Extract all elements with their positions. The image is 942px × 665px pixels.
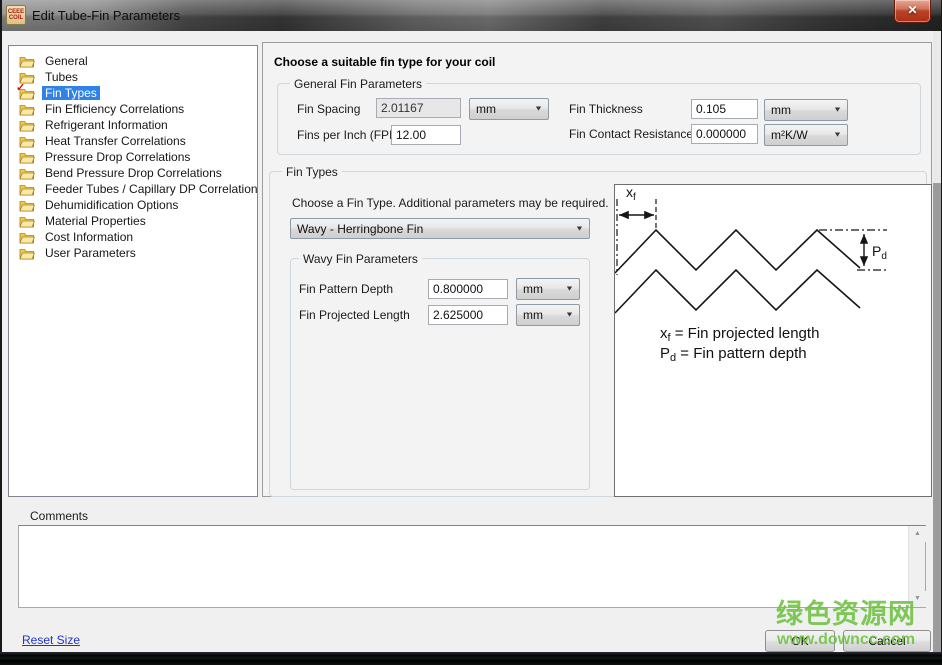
tree-item-label: Refrigerant Information [42, 118, 171, 132]
tree-item[interactable]: Cost Information [9, 229, 257, 245]
app-icon-text-bottom: COIL [9, 15, 23, 21]
tree-item[interactable]: Fin Efficiency Correlations [9, 101, 257, 117]
chevron-down-icon: ▼ [833, 132, 842, 139]
fin-projected-length-input[interactable] [428, 305, 508, 325]
folder-icon [19, 231, 35, 244]
tree-item[interactable]: Dehumidification Options [9, 197, 257, 213]
tree-item-label: Tubes [42, 70, 81, 84]
fin-spacing-input[interactable] [376, 98, 461, 118]
tree-item-label: Feeder Tubes / Capillary DP Correlations [42, 182, 258, 196]
app-icon: CEEE COIL [6, 5, 26, 25]
folder-icon [19, 215, 35, 228]
folder-icon [19, 199, 35, 212]
comments-scrollbar[interactable]: ▲ ▼ [908, 526, 925, 607]
tree-item-label: Cost Information [42, 230, 136, 244]
fin-thickness-input[interactable] [691, 99, 758, 119]
tree-item[interactable]: ✓ Fin Types [9, 85, 257, 101]
close-icon: ✕ [907, 3, 917, 17]
tree-item-label: User Parameters [42, 246, 139, 260]
fin-pattern-depth-unit-select[interactable]: mm ▼ [516, 278, 580, 300]
fins-per-inch-label: Fins per Inch (FPI) [297, 128, 396, 142]
fin-thickness-label: Fin Thickness [569, 102, 643, 116]
chevron-down-icon: ▼ [575, 225, 584, 232]
chevron-down-icon: ▼ [565, 286, 574, 293]
folder-icon [19, 119, 35, 132]
folder-icon [19, 151, 35, 164]
tree-item[interactable]: User Parameters [9, 245, 257, 261]
chevron-down-icon: ▼ [565, 312, 574, 319]
group-title: General Fin Parameters [290, 77, 426, 91]
tree-item-label: Fin Types [42, 86, 100, 100]
folder-icon [19, 135, 35, 148]
reset-size-link[interactable]: Reset Size [22, 633, 80, 647]
tree-item[interactable]: Feeder Tubes / Capillary DP Correlations [9, 181, 257, 197]
cancel-button[interactable]: Cancel [843, 630, 931, 652]
comments-box: ▲ ▼ [18, 525, 926, 608]
tree-item[interactable]: Tubes [9, 69, 257, 85]
window-frame-bottom [0, 652, 942, 665]
titlebar[interactable]: CEEE COIL Edit Tube-Fin Parameters ✕ [0, 0, 942, 31]
herringbone-fin-drawing: xf Pd xf = Fin projected length Pd = Fin… [615, 185, 931, 496]
scroll-down-icon[interactable]: ▼ [909, 591, 926, 607]
window-title: Edit Tube-Fin Parameters [32, 0, 180, 31]
fin-pattern-depth-label: Fin Pattern Depth [299, 282, 393, 296]
wavy-fin-parameters-group: Wavy Fin Parameters Fin Pattern Depth mm… [290, 258, 590, 490]
page-title: Choose a suitable fin type for your coil [274, 55, 495, 69]
chevron-down-icon: ▼ [833, 107, 842, 114]
window-frame-edge [933, 183, 941, 652]
tree-item-label: General [42, 54, 91, 68]
fin-projected-length-unit-select[interactable]: mm ▼ [516, 304, 580, 326]
category-tree: General Tubes ✓ Fin Types Fin Eff [8, 45, 258, 497]
group-title: Fin Types [282, 165, 342, 179]
fin-pattern-depth-input[interactable] [428, 279, 508, 299]
folder-icon [19, 55, 35, 68]
folder-icon: ✓ [19, 87, 35, 100]
fin-contact-resistance-label: Fin Contact Resistance [569, 127, 693, 141]
wavy-fin-diagram: xf Pd xf = Fin projected length Pd = Fin… [614, 184, 932, 497]
tree-item[interactable]: Bend Pressure Drop Correlations [9, 165, 257, 181]
tree-item[interactable]: Heat Transfer Correlations [9, 133, 257, 149]
fins-per-inch-input[interactable] [391, 125, 461, 145]
window-frame-edge [933, 31, 941, 183]
comments-input[interactable] [19, 526, 908, 607]
dialog-window: CEEE COIL Edit Tube-Fin Parameters ✕ Gen… [0, 0, 942, 665]
chevron-down-icon: ▼ [534, 106, 543, 113]
tree-item[interactable]: Material Properties [9, 213, 257, 229]
tree-item-label: Pressure Drop Correlations [42, 150, 193, 164]
comments-label: Comments [30, 509, 88, 523]
fin-settings-panel: Choose a suitable fin type for your coil… [262, 42, 932, 497]
fin-types-group: Fin Types Choose a Fin Type. Additional … [269, 171, 927, 497]
fin-type-instruction: Choose a Fin Type. Additional parameters… [292, 196, 609, 210]
fin-spacing-label: Fin Spacing [297, 102, 360, 116]
close-button[interactable]: ✕ [894, 0, 931, 23]
svg-text:xf: xf [626, 185, 636, 203]
tree-item-label: Material Properties [42, 214, 149, 228]
fin-projected-length-label: Fin Projected Length [299, 308, 410, 322]
folder-icon [19, 247, 35, 260]
group-title: Wavy Fin Parameters [299, 252, 422, 266]
svg-text:Pd = Fin pattern depth: Pd = Fin pattern depth [660, 345, 807, 364]
folder-icon [19, 183, 35, 196]
fin-thickness-unit-select[interactable]: mm ▼ [764, 99, 848, 121]
folder-icon [19, 103, 35, 116]
scroll-up-icon[interactable]: ▲ [909, 526, 926, 542]
tree-item-label: Heat Transfer Correlations [42, 134, 189, 148]
tree-item[interactable]: General [9, 53, 257, 69]
svg-text:Pd: Pd [872, 243, 887, 262]
folder-icon [19, 167, 35, 180]
tree-item[interactable]: Refrigerant Information [9, 117, 257, 133]
fin-contact-resistance-unit-select[interactable]: m²K/W ▼ [764, 124, 848, 146]
tree-item-label: Fin Efficiency Correlations [42, 102, 187, 116]
fin-spacing-unit-select[interactable]: mm ▼ [469, 98, 549, 120]
tree-item-label: Bend Pressure Drop Correlations [42, 166, 225, 180]
fin-type-select[interactable]: Wavy - Herringbone Fin ▼ [290, 218, 590, 239]
tree-item-label: Dehumidification Options [42, 198, 181, 212]
tree-item[interactable]: Pressure Drop Correlations [9, 149, 257, 165]
ok-button[interactable]: OK [765, 630, 835, 652]
window-frame-edge [0, 0, 2, 665]
check-icon: ✓ [16, 83, 25, 94]
fin-contact-resistance-input[interactable] [691, 124, 758, 144]
svg-text:xf = Fin projected length: xf = Fin projected length [660, 325, 819, 344]
